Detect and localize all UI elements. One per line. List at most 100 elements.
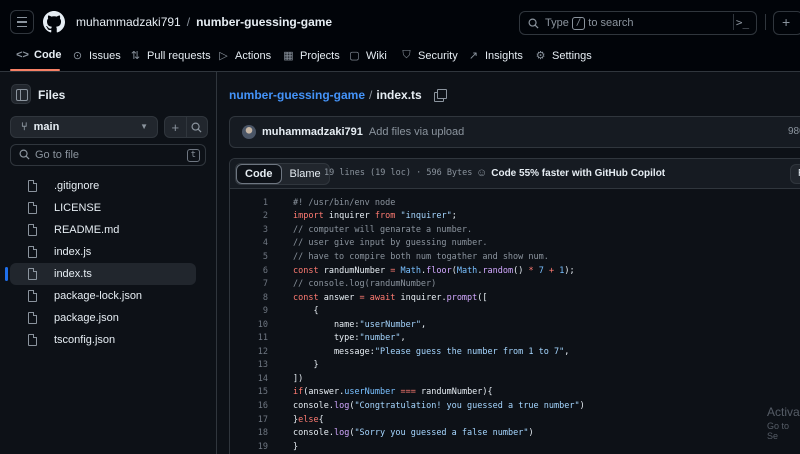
tab-projects[interactable]: ▦ Projects bbox=[282, 49, 340, 63]
file-item[interactable]: LICENSE bbox=[10, 197, 196, 219]
line-number[interactable]: 16 bbox=[230, 401, 268, 411]
tab-label: Wiki bbox=[366, 49, 387, 62]
line-number[interactable]: 4 bbox=[230, 238, 268, 248]
file-item[interactable]: package-lock.json bbox=[10, 285, 196, 307]
file-icon bbox=[28, 290, 37, 302]
line-number[interactable]: 3 bbox=[230, 225, 268, 235]
line-number[interactable]: 5 bbox=[230, 252, 268, 262]
file-item[interactable]: tsconfig.json bbox=[10, 329, 196, 351]
line-content: // computer will genarate a number. bbox=[293, 224, 473, 235]
line-number[interactable]: 6 bbox=[230, 266, 268, 276]
file-name: tsconfig.json bbox=[54, 334, 116, 346]
windows-activation-subtext: Go to Se bbox=[767, 421, 790, 441]
create-new-button[interactable]: + bbox=[773, 11, 800, 35]
tab-label: Insights bbox=[485, 49, 523, 62]
play-icon: ▷ bbox=[219, 50, 228, 62]
file-name: index.ts bbox=[54, 268, 92, 280]
file-item[interactable]: package.json bbox=[10, 307, 196, 329]
repo-name-link[interactable]: number-guessing-game bbox=[196, 15, 332, 29]
tab-code[interactable]: <> Code bbox=[16, 49, 62, 61]
search-files-button[interactable] bbox=[185, 117, 208, 137]
files-heading: Files bbox=[38, 88, 66, 102]
line-number[interactable]: 18 bbox=[230, 428, 268, 438]
line-content: type:"number", bbox=[293, 333, 406, 344]
line-number[interactable]: 9 bbox=[230, 306, 268, 316]
line-number[interactable]: 14 bbox=[230, 374, 268, 384]
copilot-icon: ☺ bbox=[476, 167, 488, 179]
copy-path-icon[interactable] bbox=[433, 89, 447, 102]
repo-path: muhammadzaki791 / number-guessing-game bbox=[76, 15, 332, 29]
line-number[interactable]: 1 bbox=[230, 198, 268, 208]
tab-label: Actions bbox=[235, 49, 272, 62]
line-content: { bbox=[293, 306, 319, 317]
file-item[interactable]: index.js bbox=[10, 241, 196, 263]
search-icon bbox=[191, 122, 202, 133]
file-name: index.js bbox=[54, 246, 92, 258]
command-palette-icon[interactable]: >_ bbox=[733, 14, 751, 30]
github-logo-icon[interactable] bbox=[43, 11, 65, 33]
code-line: 4 // user give input by guessing number. bbox=[230, 237, 800, 251]
avatar[interactable] bbox=[242, 125, 256, 139]
menu-button[interactable] bbox=[10, 10, 34, 34]
line-number[interactable]: 19 bbox=[230, 442, 268, 452]
tab-insights[interactable]: ↗ Insights bbox=[467, 49, 523, 63]
tab-label: Code bbox=[34, 49, 62, 61]
sidebar-collapse-icon[interactable] bbox=[11, 84, 31, 104]
tab-actions[interactable]: ▷ Actions bbox=[217, 49, 272, 63]
gear-icon: ⚙ bbox=[535, 50, 546, 62]
raw-button[interactable]: R bbox=[790, 164, 800, 184]
book-icon: ▢ bbox=[349, 50, 360, 62]
file-name: LICENSE bbox=[54, 202, 102, 214]
caret-down-icon: ▼ bbox=[140, 122, 148, 131]
line-content: } bbox=[293, 360, 319, 371]
table-icon: ▦ bbox=[283, 50, 294, 62]
commit-author-link[interactable]: muhammadzaki791 bbox=[262, 126, 363, 138]
line-number[interactable]: 7 bbox=[230, 279, 268, 289]
code-line: 6 const randumNumber = Math.floor(Math.ra… bbox=[230, 264, 800, 278]
go-to-file-input[interactable]: Go to file t bbox=[10, 144, 206, 166]
line-number[interactable]: 13 bbox=[230, 360, 268, 370]
tab-label: Security bbox=[418, 49, 458, 62]
search-input[interactable]: Type / to search bbox=[519, 11, 757, 35]
line-content: }else{ bbox=[293, 414, 324, 425]
commit-sha-link[interactable]: 980 bbox=[788, 126, 800, 137]
line-number[interactable]: 2 bbox=[230, 211, 268, 221]
breadcrumb-repo-link[interactable]: number-guessing-game bbox=[229, 88, 365, 102]
breadcrumb-file: index.ts bbox=[376, 88, 422, 102]
line-content: ]) bbox=[293, 373, 304, 384]
line-number[interactable]: 15 bbox=[230, 387, 268, 397]
header-divider bbox=[765, 14, 766, 30]
line-number[interactable]: 11 bbox=[230, 333, 268, 343]
code-line: 18 console.log("Sorry you guessed a false… bbox=[230, 426, 800, 440]
blame-view-button[interactable]: Blame bbox=[282, 164, 329, 184]
code-line: 19} bbox=[230, 440, 800, 454]
repo-owner-link[interactable]: muhammadzaki791 bbox=[76, 15, 181, 29]
code-view-button[interactable]: Code bbox=[236, 164, 282, 184]
file-name: .gitignore bbox=[54, 180, 100, 192]
branch-selector[interactable]: ⑂ main ▼ bbox=[10, 116, 158, 138]
line-number[interactable]: 8 bbox=[230, 293, 268, 303]
code-line: 3 // computer will genarate a number. bbox=[230, 223, 800, 237]
line-number[interactable]: 10 bbox=[230, 320, 268, 330]
tab-settings[interactable]: ⚙ Settings bbox=[534, 49, 592, 63]
windows-activation-watermark: Activa bbox=[767, 405, 800, 419]
copilot-promo-link[interactable]: ☺ Code 55% faster with GitHub Copilot bbox=[476, 167, 665, 179]
tab-wiki[interactable]: ▢ Wiki bbox=[348, 49, 387, 63]
file-item-selected[interactable]: index.ts bbox=[5, 263, 196, 285]
go-to-file-placeholder: Go to file bbox=[35, 149, 80, 161]
line-number[interactable]: 12 bbox=[230, 347, 268, 357]
tab-label: Projects bbox=[300, 49, 340, 62]
file-item[interactable]: README.md bbox=[10, 219, 196, 241]
latest-commit-bar: muhammadzaki791 Add files via upload 980 bbox=[229, 116, 800, 148]
commit-message-link[interactable]: Add files via upload bbox=[369, 126, 464, 138]
tab-issues[interactable]: ⊙ Issues bbox=[71, 49, 121, 63]
add-file-button[interactable]: + bbox=[165, 117, 186, 137]
line-content: // console.log(randumNumber) bbox=[293, 279, 437, 290]
tab-security[interactable]: ⛉ Security bbox=[400, 49, 458, 62]
file-item[interactable]: .gitignore bbox=[10, 175, 196, 197]
tab-pull-requests[interactable]: ⇅ Pull requests bbox=[129, 49, 211, 63]
file-list: .gitignore LICENSE README.md index.js in… bbox=[0, 175, 217, 351]
breadcrumb-separator: / bbox=[369, 88, 373, 102]
line-content: // user give input by guessing number. bbox=[293, 238, 488, 249]
line-number[interactable]: 17 bbox=[230, 415, 268, 425]
